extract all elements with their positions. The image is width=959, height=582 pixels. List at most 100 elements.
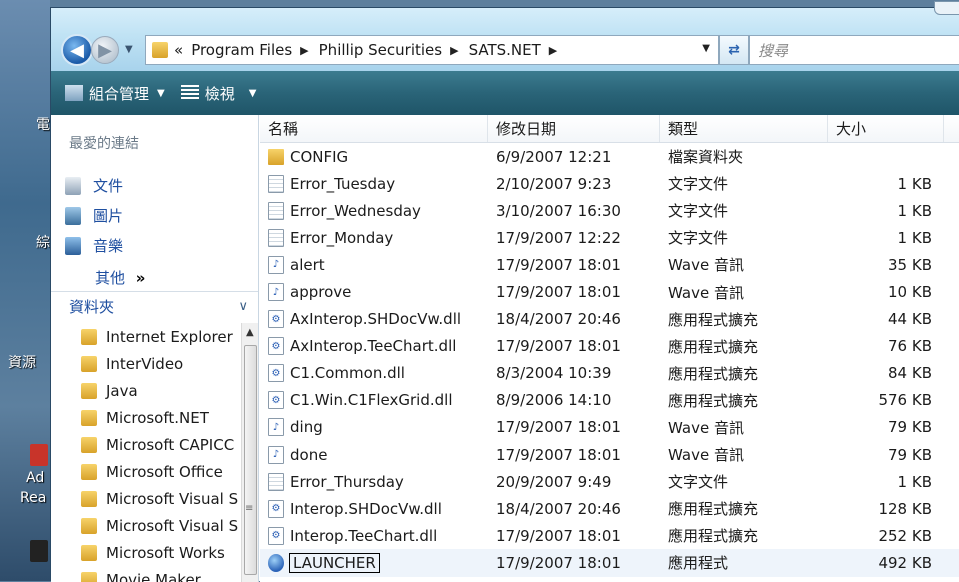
file-row[interactable]: Error_Wednesday3/10/2007 16:30文字文件1 KB xyxy=(260,197,959,224)
file-row[interactable]: ⚙AxInterop.TeeChart.dll17/9/2007 18:01應用… xyxy=(260,333,959,360)
file-row[interactable]: ♪ding17/9/2007 18:01Wave 音訊79 KB xyxy=(260,414,959,441)
file-name-cell[interactable]: CONFIG xyxy=(260,143,488,170)
application-icon xyxy=(268,554,284,572)
desktop-icon-label[interactable]: 綜 xyxy=(36,232,50,252)
tree-item[interactable]: Microsoft Works xyxy=(51,539,241,566)
dll-file-icon: ⚙ xyxy=(268,527,284,545)
breadcrumb-phillip-securities[interactable]: Phillip Securities xyxy=(319,41,442,59)
tree-item[interactable]: Microsoft CAPICC xyxy=(51,431,241,458)
pictures-icon xyxy=(65,207,81,225)
address-bar[interactable]: « Program Files ▶ Phillip Securities ▶ S… xyxy=(145,35,719,65)
file-date-cell: 17/9/2007 18:01 xyxy=(488,251,660,278)
tree-item[interactable]: Microsoft Office xyxy=(51,458,241,485)
file-name-cell[interactable]: LAUNCHER xyxy=(260,549,488,576)
desktop-icon-label[interactable]: Rea xyxy=(20,490,46,506)
adobe-reader-icon[interactable] xyxy=(30,444,48,466)
desktop-icon-label[interactable]: Ad xyxy=(26,470,44,486)
desktop-icon-label[interactable]: 資源 xyxy=(8,352,36,372)
column-header-size[interactable]: 大小 xyxy=(828,115,944,142)
file-name-cell[interactable]: Error_Monday xyxy=(260,224,488,251)
favorite-links-title: 最愛的連結 xyxy=(69,133,139,153)
tree-item[interactable]: Microsoft Visual S xyxy=(51,512,241,539)
file-row[interactable]: ♪alert17/9/2007 18:01Wave 音訊35 KB xyxy=(260,251,959,278)
file-name-cell[interactable]: ⚙AxInterop.TeeChart.dll xyxy=(260,333,488,360)
file-row[interactable]: ⚙Interop.TeeChart.dll17/9/2007 18:01應用程式… xyxy=(260,522,959,549)
views-icon xyxy=(181,85,199,101)
desktop-shortcut-icon[interactable] xyxy=(30,540,48,562)
file-name-cell[interactable]: ♪ding xyxy=(260,414,488,441)
chevron-down-icon: ▼ xyxy=(249,88,257,99)
more-links[interactable]: 其他 » xyxy=(95,267,146,288)
breadcrumb-overflow[interactable]: « xyxy=(174,41,183,59)
tree-item[interactable]: Movie Maker xyxy=(51,566,241,582)
folders-header[interactable]: 資料夾 ∨ xyxy=(51,291,258,321)
file-name-cell[interactable]: ⚙AxInterop.SHDocVw.dll xyxy=(260,306,488,333)
file-row[interactable]: ⚙C1.Win.C1FlexGrid.dll8/9/2006 14:10應用程式… xyxy=(260,387,959,414)
breadcrumb-program-files[interactable]: Program Files xyxy=(191,41,292,59)
file-name-cell[interactable]: ⚙C1.Common.dll xyxy=(260,360,488,387)
file-size-cell: 1 KB xyxy=(828,468,944,495)
file-name-cell[interactable]: ⚙Interop.SHDocVw.dll xyxy=(260,495,488,522)
audio-file-icon: ♪ xyxy=(268,283,284,301)
recent-pages-dropdown[interactable]: ▼ xyxy=(125,44,133,55)
window-close-corner[interactable] xyxy=(934,1,959,15)
tree-item[interactable]: Internet Explorer xyxy=(51,323,241,350)
file-name-cell[interactable]: ♪approve xyxy=(260,278,488,305)
column-header-name[interactable]: 名稱 xyxy=(260,115,488,142)
file-row[interactable]: Error_Tuesday2/10/2007 9:23文字文件1 KB xyxy=(260,170,959,197)
file-date-cell: 17/9/2007 12:22 xyxy=(488,224,660,251)
file-name-cell[interactable]: ⚙Interop.TeeChart.dll xyxy=(260,522,488,549)
refresh-button[interactable]: ⇄ xyxy=(719,35,749,65)
favorite-documents[interactable]: 文件 xyxy=(65,175,123,196)
file-name: C1.Win.C1FlexGrid.dll xyxy=(290,391,453,409)
forward-button[interactable]: ▶ xyxy=(91,36,119,64)
file-row[interactable]: ⚙C1.Common.dll8/3/2004 10:39應用程式擴充84 KB xyxy=(260,360,959,387)
file-row[interactable]: ♪done17/9/2007 18:01Wave 音訊79 KB xyxy=(260,441,959,468)
column-header-type[interactable]: 類型 xyxy=(660,115,828,142)
desktop-icon-label[interactable]: 電 xyxy=(36,114,50,134)
file-row[interactable]: ⚙Interop.SHDocVw.dll18/4/2007 20:46應用程式擴… xyxy=(260,495,959,522)
views-button[interactable]: 檢視 ▼ xyxy=(181,83,257,104)
column-header-date[interactable]: 修改日期 xyxy=(488,115,660,142)
back-button[interactable]: ◀ xyxy=(61,34,93,66)
file-row[interactable]: Error_Thursday20/9/2007 9:49文字文件1 KB xyxy=(260,468,959,495)
chevron-right-icon[interactable]: ▶ xyxy=(300,44,308,57)
file-name: alert xyxy=(290,256,325,274)
tree-item[interactable]: Java xyxy=(51,377,241,404)
tree-item[interactable]: Microsoft Visual S xyxy=(51,485,241,512)
breadcrumb-sats-net[interactable]: SATS.NET xyxy=(469,41,541,59)
search-input[interactable]: 搜尋 xyxy=(749,35,959,65)
file-row[interactable]: LAUNCHER17/9/2007 18:01應用程式492 KB xyxy=(260,549,959,576)
folder-icon xyxy=(81,464,97,480)
file-type-cell: 應用程式擴充 xyxy=(660,495,828,522)
file-row[interactable]: CONFIG6/9/2007 12:21檔案資料夾 xyxy=(260,143,959,170)
favorite-pictures[interactable]: 圖片 xyxy=(65,205,123,226)
file-name-cell[interactable]: Error_Tuesday xyxy=(260,170,488,197)
text-file-icon xyxy=(268,175,284,193)
tree-item[interactable]: Microsoft.NET xyxy=(51,404,241,431)
folder-tree-scrollbar[interactable]: ▲ ≡ xyxy=(241,323,258,582)
file-row[interactable]: ⚙AxInterop.SHDocVw.dll18/4/2007 20:46應用程… xyxy=(260,306,959,333)
file-name: CONFIG xyxy=(290,148,348,166)
file-name-cell[interactable]: Error_Thursday xyxy=(260,468,488,495)
file-name-cell[interactable]: ♪done xyxy=(260,441,488,468)
file-name-cell[interactable]: Error_Wednesday xyxy=(260,197,488,224)
scrollbar-thumb[interactable] xyxy=(244,345,257,575)
chevron-right-icon[interactable]: ▶ xyxy=(549,44,557,57)
file-name-cell[interactable]: ⚙ C1.Win.C1FlexGrid.dll xyxy=(260,387,488,414)
file-type-cell: 文字文件 xyxy=(660,197,828,224)
file-row[interactable]: ♪approve17/9/2007 18:01Wave 音訊10 KB xyxy=(260,278,959,305)
audio-file-icon: ♪ xyxy=(268,446,284,464)
file-size-cell: 252 KB xyxy=(828,522,944,549)
organize-button[interactable]: 組合管理 ▼ xyxy=(65,83,165,104)
file-type-cell: Wave 音訊 xyxy=(660,251,828,278)
tree-item[interactable]: InterVideo xyxy=(51,350,241,377)
dll-file-icon: ⚙ xyxy=(268,391,284,409)
file-name-cell[interactable]: ♪alert xyxy=(260,251,488,278)
file-row[interactable]: Error_Monday17/9/2007 12:22文字文件1 KB xyxy=(260,224,959,251)
address-history-dropdown[interactable]: ▼ xyxy=(702,43,710,54)
file-type-cell: 應用程式擴充 xyxy=(660,387,828,414)
scroll-up-icon[interactable]: ▲ xyxy=(246,327,254,338)
favorite-music[interactable]: 音樂 xyxy=(65,235,123,256)
chevron-right-icon[interactable]: ▶ xyxy=(450,44,458,57)
